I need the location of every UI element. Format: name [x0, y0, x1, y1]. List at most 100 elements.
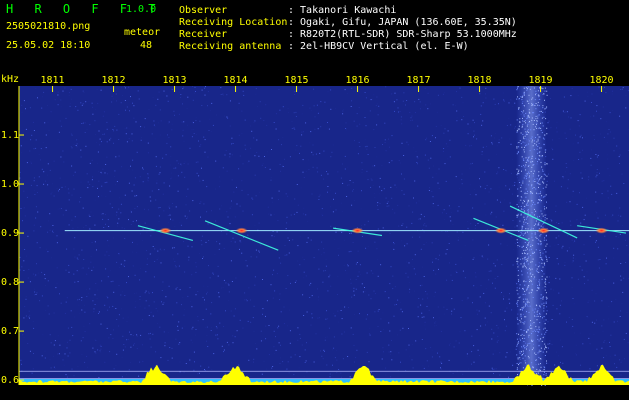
noise-dot: [231, 179, 233, 181]
noise-dot: [177, 190, 179, 192]
noise-band-dot: [542, 296, 544, 298]
noise-dot: [604, 235, 606, 237]
noise-dot: [412, 265, 414, 267]
noise-dot: [302, 159, 304, 161]
noise-band-dot: [542, 317, 543, 319]
noise-dot: [455, 263, 457, 265]
noise-band-dot: [520, 308, 522, 310]
noise-dot: [302, 213, 304, 215]
noise-band-dot: [535, 188, 537, 190]
noise-band-dot: [530, 138, 532, 140]
noise-dot: [456, 120, 458, 122]
noise-dot: [361, 190, 362, 192]
noise-dot: [116, 181, 118, 182]
noise-dot: [30, 139, 32, 141]
noise-dot: [150, 311, 152, 313]
noise-band-dot: [531, 117, 533, 119]
noise-dot: [109, 139, 111, 141]
noise-band-dot: [519, 287, 521, 289]
noise-dot: [53, 355, 54, 357]
noise-dot: [236, 186, 237, 188]
noise-dot: [30, 162, 32, 164]
noise-dot: [312, 166, 314, 168]
noise-dot: [351, 87, 353, 89]
noise-dot: [192, 86, 194, 87]
noise-band-dot: [531, 185, 532, 187]
noise-dot: [94, 224, 96, 226]
noise-dot: [577, 120, 579, 122]
noise-dot: [607, 190, 609, 192]
noise-dot: [470, 163, 472, 165]
noise-dot: [462, 270, 464, 272]
noise-dot: [556, 131, 558, 133]
noise-dot: [370, 270, 372, 272]
noise-dot: [29, 150, 31, 152]
noise-dot: [172, 219, 174, 221]
noise-dot: [85, 289, 87, 291]
noise-dot: [133, 343, 135, 345]
noise-band-dot: [525, 249, 527, 251]
noise-dot: [352, 182, 354, 184]
noise-dot: [365, 247, 367, 249]
noise-dot: [165, 296, 167, 298]
noise-dot: [84, 304, 85, 306]
noise-dot: [145, 271, 147, 273]
noise-dot: [208, 265, 209, 267]
noise-band-dot: [540, 129, 542, 131]
noise-dot: [92, 186, 94, 188]
noise-dot: [295, 280, 297, 282]
noise-dot: [430, 157, 432, 159]
noise-dot: [147, 177, 149, 179]
noise-dot: [511, 309, 513, 311]
noise-dot: [50, 342, 52, 344]
noise-dot: [142, 167, 143, 169]
noise-dot: [443, 306, 445, 308]
noise-dot: [411, 236, 413, 238]
noise-dot: [492, 353, 494, 355]
noise-dot: [157, 323, 159, 324]
noise-dot: [599, 268, 601, 270]
noise-dot: [627, 233, 629, 235]
noise-dot: [550, 288, 552, 290]
x-tick-label: 1817: [407, 75, 431, 86]
noise-dot: [423, 216, 425, 218]
x-tick-label: 1811: [41, 75, 65, 86]
noise-band-dot: [521, 274, 523, 276]
noise-dot: [40, 226, 42, 228]
noise-dot: [181, 121, 183, 123]
noise-dot: [273, 346, 275, 348]
noise-band-dot: [516, 225, 518, 227]
noise-dot: [70, 88, 72, 90]
noise-dot: [207, 223, 209, 225]
noise-dot: [25, 128, 27, 130]
noise-dot: [590, 116, 591, 118]
noise-band-dot: [532, 187, 534, 189]
noise-band-dot: [521, 225, 523, 227]
noise-dot: [425, 104, 427, 106]
noise-dot: [172, 314, 174, 316]
noise-dot: [332, 364, 333, 366]
noise-dot: [358, 271, 360, 273]
noise-dot: [163, 182, 165, 184]
noise-dot: [229, 223, 231, 225]
noise-dot: [278, 89, 280, 90]
noise-band-dot: [537, 310, 539, 312]
noise-dot: [191, 246, 193, 248]
noise-dot: [72, 227, 74, 229]
noise-band-dot: [539, 240, 541, 242]
noise-dot: [221, 287, 222, 289]
noise-dot: [607, 168, 609, 170]
noise-band-dot: [540, 210, 542, 212]
noise-dot: [223, 351, 224, 353]
noise-band-dot: [524, 347, 526, 349]
noise-band-dot: [537, 352, 539, 354]
noise-dot: [225, 310, 226, 312]
noise-dot: [617, 320, 618, 322]
noise-band-dot: [527, 123, 529, 125]
noise-band-dot: [536, 148, 538, 150]
noise-band-dot: [523, 205, 525, 207]
noise-dot: [402, 327, 404, 329]
noise-band-dot: [539, 256, 541, 258]
noise-dot: [349, 180, 351, 181]
noise-dot: [332, 144, 334, 146]
